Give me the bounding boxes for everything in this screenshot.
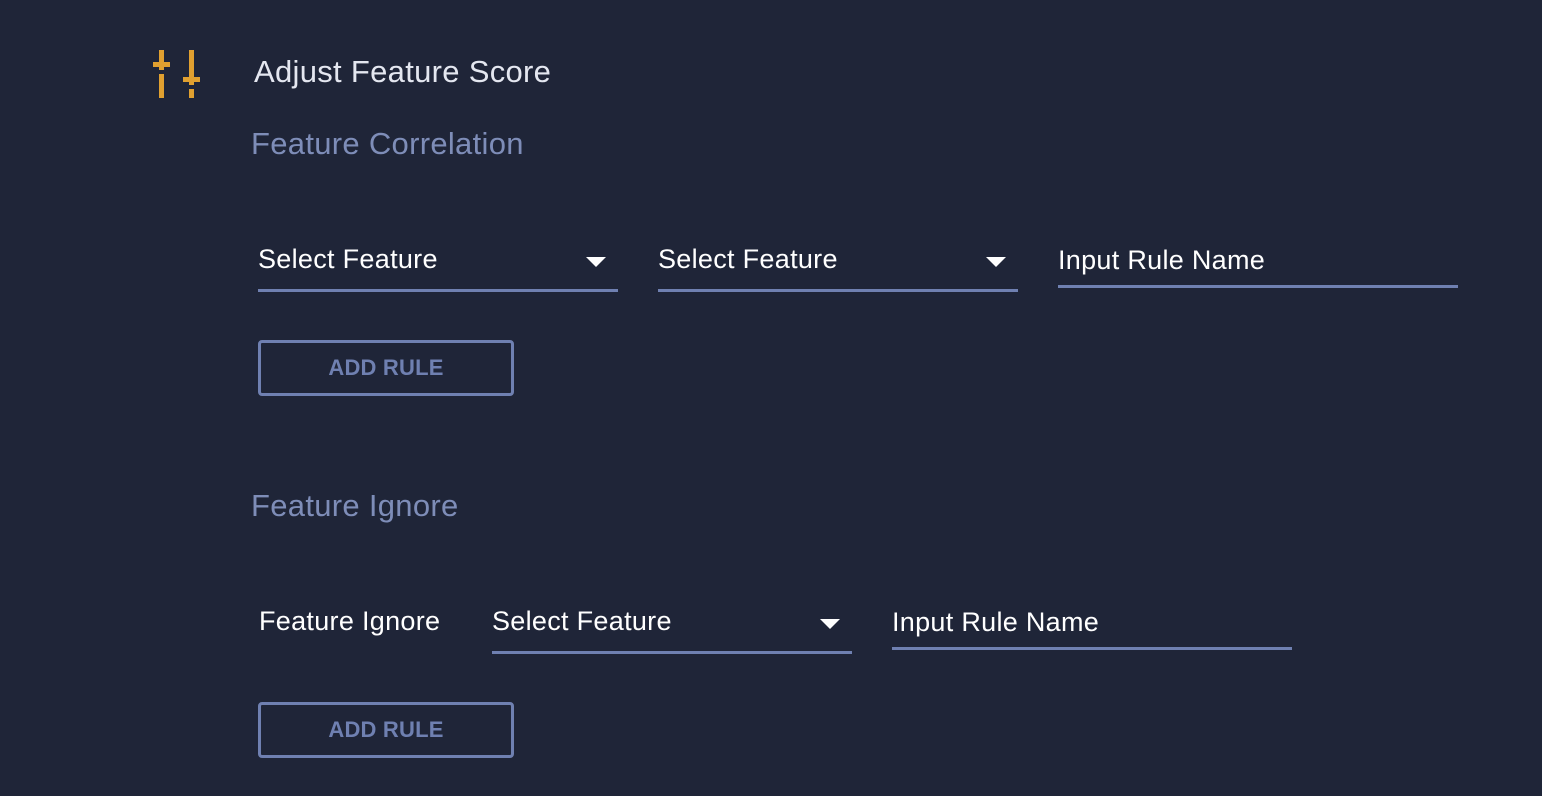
feature-ignore-heading: Feature Ignore [251,488,459,523]
chevron-down-icon [820,619,840,629]
correlation-rule-name-field [1058,240,1458,288]
correlation-feature-select-1[interactable]: Select Feature [258,240,618,292]
ignore-feature-select[interactable]: Select Feature [492,602,852,654]
feature-correlation-heading: Feature Correlation [251,126,524,161]
feature-ignore-row-label: Feature Ignore [259,606,441,636]
correlation-feature-select-2[interactable]: Select Feature [658,240,1018,292]
ignore-rule-name-input[interactable] [892,602,1292,642]
select-value: Select Feature [658,244,838,274]
page-title: Adjust Feature Score [254,54,552,89]
correlation-rule-name-input[interactable] [1058,240,1458,280]
correlation-add-rule-button[interactable]: ADD RULE [258,340,514,396]
chevron-down-icon [586,257,606,267]
ignore-rule-name-field [892,602,1292,650]
sliders-icon [150,46,206,102]
select-value: Select Feature [258,244,438,274]
chevron-down-icon [986,257,1006,267]
select-value: Select Feature [492,606,672,636]
ignore-add-rule-button[interactable]: ADD RULE [258,702,514,758]
